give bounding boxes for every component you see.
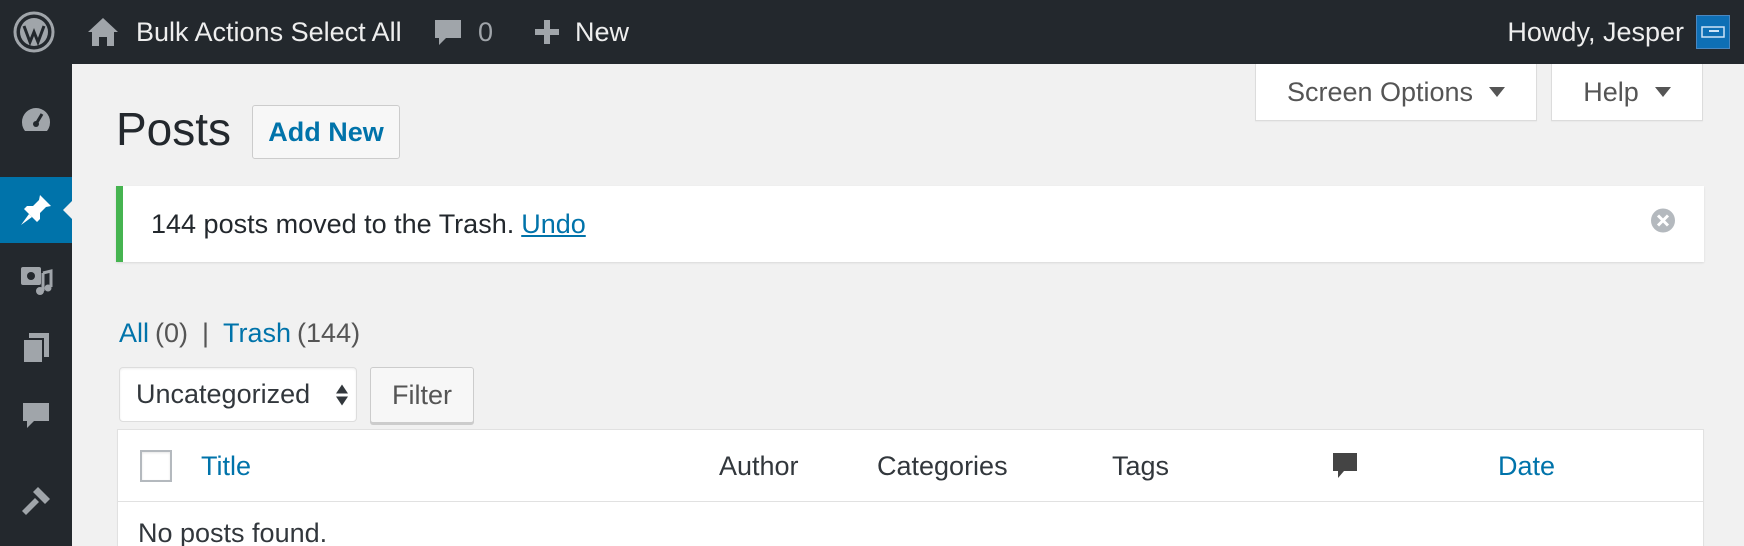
triangle-down-icon — [1654, 87, 1671, 97]
column-title[interactable]: Title — [201, 430, 251, 502]
close-circle-icon — [1651, 208, 1675, 233]
appearance-brush-icon — [22, 487, 50, 515]
column-tags: Tags — [1112, 450, 1170, 481]
column-author: Author — [719, 450, 799, 481]
help-label: Help — [1583, 76, 1639, 107]
column-comments[interactable] — [1331, 430, 1359, 502]
comment-bubble-icon — [1333, 453, 1357, 478]
add-new-button[interactable]: Add New — [252, 105, 400, 159]
menu-media[interactable] — [0, 246, 72, 312]
notice-message: 144 posts moved to the Trash. — [151, 208, 515, 239]
new-content-menu[interactable]: New — [533, 0, 629, 64]
media-icon — [21, 267, 53, 295]
comments-count: 0 — [478, 16, 494, 47]
menu-appearance[interactable] — [0, 468, 72, 534]
view-trash-count: (144) — [297, 318, 361, 348]
post-status-views: All (0) | Trash (144) — [119, 318, 360, 349]
site-name: Bulk Actions Select All — [136, 16, 402, 47]
admin-menu — [0, 64, 72, 546]
comments-icon — [23, 403, 49, 428]
admin-bar: Bulk Actions Select All 0 New Howdy, Jes… — [0, 0, 1744, 64]
view-all-count: (0) — [155, 318, 189, 348]
wordpress-logo-menu[interactable] — [12, 0, 56, 64]
view-trash-link[interactable]: Trash — [223, 318, 291, 349]
menu-pages[interactable] — [0, 315, 72, 381]
help-button[interactable]: Help — [1551, 64, 1703, 121]
comments-menu[interactable]: 0 — [432, 0, 493, 64]
posts-table: Title Author Categories Tags Date No pos… — [117, 429, 1704, 546]
wordpress-logo-icon — [13, 11, 55, 53]
screen-options-button[interactable]: Screen Options — [1255, 64, 1537, 121]
category-filter-select[interactable]: Uncategorized — [119, 367, 357, 422]
no-posts-message: No posts found. — [138, 518, 328, 546]
site-name-menu[interactable]: Bulk Actions Select All — [86, 0, 402, 64]
menu-posts[interactable] — [0, 177, 72, 243]
home-icon — [88, 18, 118, 46]
filter-button[interactable]: Filter — [370, 367, 474, 423]
column-categories: Categories — [877, 450, 1008, 481]
screen-options-label: Screen Options — [1286, 76, 1474, 107]
select-all-checkbox[interactable] — [140, 450, 172, 482]
table-header: Title Author Categories Tags Date — [118, 430, 1703, 502]
page-title: Posts — [116, 103, 232, 155]
menu-dashboard[interactable] — [0, 87, 72, 153]
my-account-menu[interactable]: Howdy, Jesper — [1507, 0, 1730, 64]
comment-bubble-icon — [435, 20, 461, 45]
category-selected-value: Uncategorized — [136, 379, 311, 409]
posts-pin-icon — [21, 195, 51, 225]
triangle-down-icon — [1489, 87, 1506, 97]
pages-icon — [22, 333, 49, 364]
dashboard-icon — [21, 108, 51, 131]
views-separator: | — [202, 318, 210, 348]
select-arrows-icon — [336, 384, 348, 405]
avatar-icon — [1701, 26, 1725, 38]
view-all-link[interactable]: All — [119, 318, 149, 349]
avatar — [1696, 15, 1730, 49]
undo-link[interactable]: Undo — [521, 209, 586, 240]
plus-icon — [535, 20, 559, 44]
dismiss-button[interactable] — [1650, 208, 1676, 241]
new-label: New — [575, 16, 630, 47]
trash-notice: 144 posts moved to the Trash. Undo — [116, 186, 1704, 262]
column-date[interactable]: Date — [1498, 430, 1555, 502]
menu-comments[interactable] — [0, 382, 72, 448]
howdy-greeting: Howdy, Jesper — [1507, 16, 1684, 47]
